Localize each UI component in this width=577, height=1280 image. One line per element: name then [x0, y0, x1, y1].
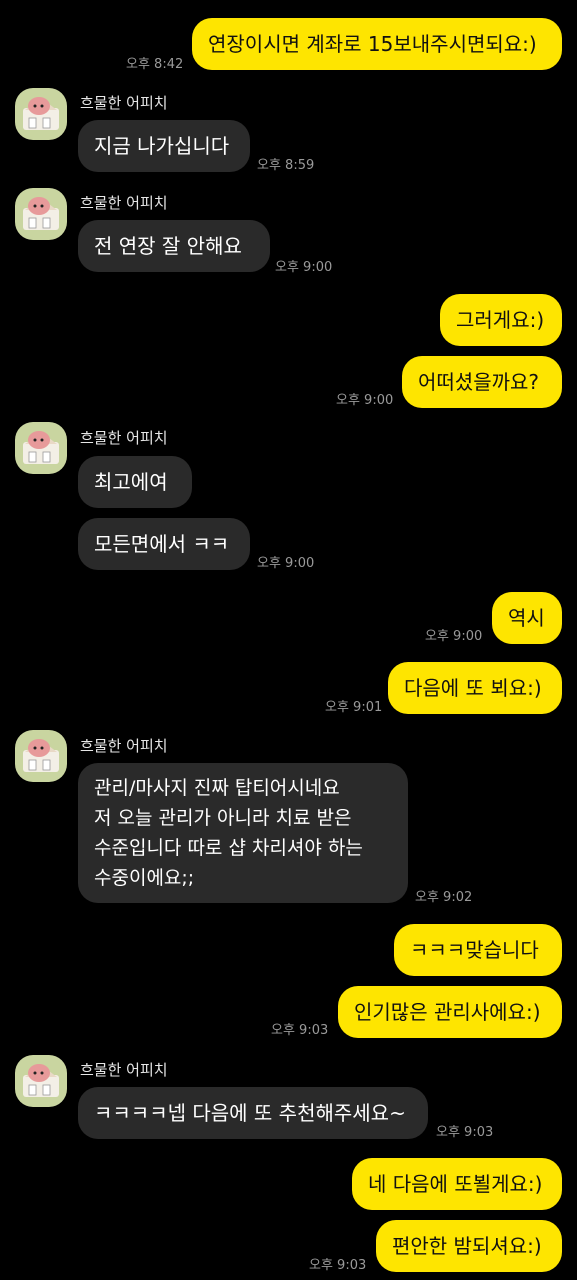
my-message-bubble[interactable]: 그러게요:): [440, 294, 562, 346]
apeach-character-icon: [23, 197, 59, 230]
message-timestamp: 오후 9:03: [271, 1023, 329, 1038]
peer-name: 흐물한 어피치: [80, 194, 168, 212]
apeach-character-icon: [23, 431, 59, 464]
peer-avatar[interactable]: [15, 88, 67, 140]
my-message-bubble[interactable]: 네 다음에 또뵐게요:): [352, 1158, 562, 1210]
message-timestamp: 오후 8:42: [126, 57, 184, 72]
peer-avatar[interactable]: [15, 730, 67, 782]
peer-message-bubble[interactable]: 지금 나가십니다: [78, 120, 250, 172]
message-timestamp: 오후 9:00: [257, 556, 315, 571]
message-timestamp: 오후 9:02: [415, 890, 473, 905]
message-timestamp: 오후 9:00: [275, 260, 333, 275]
peer-name: 흐물한 어피치: [80, 429, 168, 447]
peer-avatar[interactable]: [15, 188, 67, 240]
apeach-character-icon: [23, 97, 59, 130]
peer-message-bubble[interactable]: 관리/마사지 진짜 탑티어시네요 저 오늘 관리가 아니라 치료 받은 수준입니…: [78, 763, 408, 903]
message-timestamp: 오후 9:00: [336, 393, 394, 408]
peer-name: 흐물한 어피치: [80, 737, 168, 755]
my-message-bubble[interactable]: 역시: [492, 592, 562, 644]
message-timestamp: 오후 9:03: [309, 1258, 367, 1273]
my-message-bubble[interactable]: 인기많은 관리사에요:): [338, 986, 562, 1038]
peer-message-bubble[interactable]: 전 연장 잘 안해요: [78, 220, 270, 272]
peer-message-bubble[interactable]: ㅋㅋㅋㅋ넵 다음에 또 추천해주세요~: [78, 1087, 428, 1139]
my-message-bubble[interactable]: 연장이시면 계좌로 15보내주시면되요:): [192, 18, 562, 70]
my-message-bubble[interactable]: 어떠셨을까요?: [402, 356, 562, 408]
my-message-bubble[interactable]: ㅋㅋㅋ맞습니다: [394, 924, 562, 976]
my-message-bubble[interactable]: 편안한 밤되셔요:): [376, 1220, 562, 1272]
apeach-character-icon: [23, 1064, 59, 1097]
message-timestamp: 오후 9:03: [436, 1125, 494, 1140]
message-timestamp: 오후 9:01: [325, 700, 383, 715]
peer-avatar[interactable]: [15, 422, 67, 474]
peer-avatar[interactable]: [15, 1055, 67, 1107]
message-timestamp: 오후 9:00: [425, 629, 483, 644]
peer-message-bubble[interactable]: 모든면에서 ㅋㅋ: [78, 518, 250, 570]
peer-name: 흐물한 어피치: [80, 94, 168, 112]
peer-message-bubble[interactable]: 최고에여: [78, 456, 192, 508]
my-message-bubble[interactable]: 다음에 또 뵈요:): [388, 662, 562, 714]
apeach-character-icon: [23, 739, 59, 772]
message-timestamp: 오후 8:59: [257, 158, 315, 173]
peer-name: 흐물한 어피치: [80, 1061, 168, 1079]
